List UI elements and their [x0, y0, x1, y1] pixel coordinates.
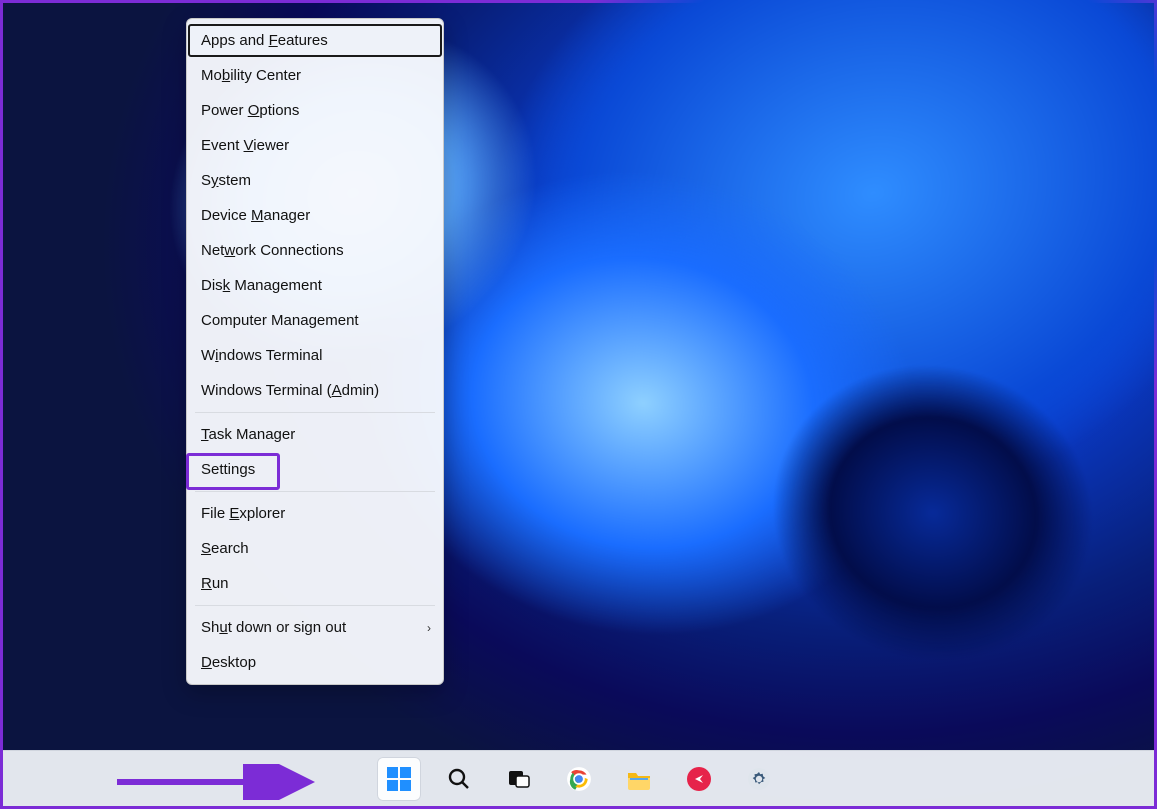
- menu-item-system[interactable]: System: [187, 163, 443, 198]
- menu-item-file-explorer[interactable]: File Explorer: [187, 496, 443, 531]
- search-button[interactable]: [437, 757, 481, 801]
- menu-item-disk-management[interactable]: Disk Management: [187, 268, 443, 303]
- windows-logo-icon: [386, 766, 412, 792]
- menu-item-event-viewer[interactable]: Event Viewer: [187, 128, 443, 163]
- menu-item-windows-terminal[interactable]: Windows Terminal: [187, 338, 443, 373]
- menu-item-run[interactable]: Run: [187, 566, 443, 601]
- menu-item-computer-management[interactable]: Computer Management: [187, 303, 443, 338]
- menu-item-mobility-center[interactable]: Mobility Center: [187, 58, 443, 93]
- settings-app[interactable]: [737, 757, 781, 801]
- getscreen-app[interactable]: [677, 757, 721, 801]
- menu-item-task-manager[interactable]: Task Manager: [187, 417, 443, 452]
- task-view-icon: [507, 767, 531, 791]
- menu-separator: [195, 412, 435, 413]
- menu-item-settings[interactable]: Settings: [187, 452, 443, 487]
- desktop-wallpaper: [3, 3, 1154, 806]
- menu-item-network-connections[interactable]: Network Connections: [187, 233, 443, 268]
- menu-separator: [195, 491, 435, 492]
- chrome-app[interactable]: [557, 757, 601, 801]
- getscreen-icon: [686, 766, 712, 792]
- menu-item-desktop[interactable]: Desktop: [187, 645, 443, 680]
- menu-item-apps-features[interactable]: Apps and Features: [187, 23, 443, 58]
- menu-separator: [195, 605, 435, 606]
- task-view-button[interactable]: [497, 757, 541, 801]
- chevron-right-icon: ›: [427, 621, 431, 635]
- menu-item-search[interactable]: Search: [187, 531, 443, 566]
- taskbar: [3, 750, 1154, 806]
- menu-item-device-manager[interactable]: Device Manager: [187, 198, 443, 233]
- menu-item-power-options[interactable]: Power Options: [187, 93, 443, 128]
- search-icon: [447, 767, 471, 791]
- menu-item-windows-terminal-admin[interactable]: Windows Terminal (Admin): [187, 373, 443, 408]
- menu-item-shutdown-signout[interactable]: Shut down or sign out›: [187, 610, 443, 645]
- folder-icon: [626, 766, 652, 792]
- file-explorer-app[interactable]: [617, 757, 661, 801]
- start-button[interactable]: [377, 757, 421, 801]
- gear-icon: [746, 766, 772, 792]
- winx-context-menu: Apps and FeaturesMobility CenterPower Op…: [186, 18, 444, 685]
- chrome-icon: [566, 766, 592, 792]
